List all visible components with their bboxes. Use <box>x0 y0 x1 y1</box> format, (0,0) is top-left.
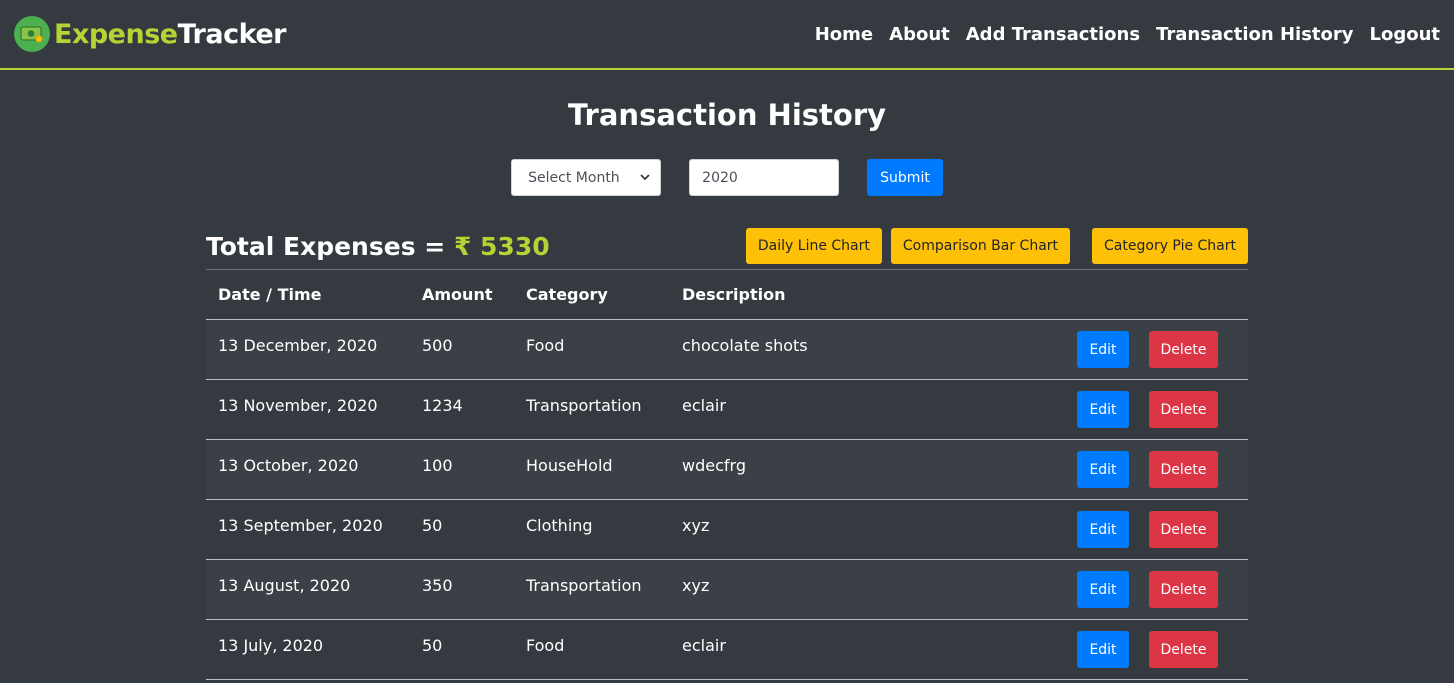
table-header-row: Date / Time Amount Category Description <box>206 269 1248 320</box>
cell-date: 13 October, 2020 <box>206 439 410 500</box>
cell-category: Food <box>514 619 670 680</box>
header-amount: Amount <box>410 269 514 320</box>
table-body: 13 December, 2020 500 Food chocolate shots E… <box>206 319 1248 680</box>
brand-name-part1: Expense <box>54 18 178 50</box>
cell-actions: Edit Delete <box>930 319 1248 380</box>
cell-actions: Edit Delete <box>930 619 1248 680</box>
year-input[interactable] <box>689 159 840 196</box>
comparison-bar-chart-button[interactable]: Comparison Bar Chart <box>890 228 1071 264</box>
table-row: 13 September, 2020 50 Clothing xyz Edit Delet… <box>206 499 1248 560</box>
cell-amount: 500 <box>410 319 514 380</box>
cell-amount: 100 <box>410 439 514 500</box>
cell-description: eclair <box>670 619 931 680</box>
page-title: Transaction History <box>567 98 887 132</box>
delete-button[interactable]: Delete <box>1149 511 1218 548</box>
nav-about[interactable]: About <box>889 24 950 45</box>
nav-home[interactable]: Home <box>815 24 873 45</box>
table-row: 13 October, 2020 100 HouseHold wdecfrg Edit D… <box>206 439 1248 500</box>
nav-logout[interactable]: Logout <box>1369 24 1440 45</box>
cell-date: 13 August, 2020 <box>206 559 410 620</box>
money-icon <box>14 16 50 52</box>
delete-button[interactable]: Delete <box>1149 391 1218 428</box>
main-content: Total Expenses = ₹ 5330 Daily Line Chart… <box>206 227 1248 680</box>
edit-button[interactable]: Edit <box>1077 571 1129 608</box>
cell-actions: Edit Delete <box>930 439 1248 500</box>
header-actions <box>930 269 1248 320</box>
total-expenses: Total Expenses = ₹ 5330 <box>206 232 550 261</box>
chart-buttons: Daily Line Chart Comparison Bar Chart Ca… <box>745 228 1248 264</box>
cell-category: HouseHold <box>514 439 670 500</box>
cell-description: eclair <box>670 379 931 440</box>
cell-actions: Edit Delete <box>930 559 1248 620</box>
table-row: 13 July, 2020 50 Food eclair Edit Delete <box>206 619 1248 680</box>
total-expenses-amount: ₹ 5330 <box>453 231 550 261</box>
delete-button[interactable]: Delete <box>1149 571 1218 608</box>
cell-amount: 50 <box>410 619 514 680</box>
cell-amount: 1234 <box>410 379 514 440</box>
delete-button[interactable]: Delete <box>1149 631 1218 668</box>
cell-date: 13 December, 2020 <box>206 319 410 380</box>
cell-category: Transportation <box>514 379 670 440</box>
table-row: 13 November, 2020 1234 Transportation eclai… <box>206 379 1248 440</box>
navbar: ExpenseTracker Home About Add Transactio… <box>0 0 1454 70</box>
cell-description: xyz <box>670 499 931 560</box>
category-pie-chart-button[interactable]: Category Pie Chart <box>1092 228 1248 264</box>
daily-line-chart-button[interactable]: Daily Line Chart <box>745 228 882 264</box>
edit-button[interactable]: Edit <box>1077 391 1129 428</box>
nav-transaction-history[interactable]: Transaction History <box>1156 24 1353 45</box>
cell-actions: Edit Delete <box>930 379 1248 440</box>
cell-description: xyz <box>670 559 931 620</box>
edit-button[interactable]: Edit <box>1077 631 1129 668</box>
brand-name-part2: Tracker <box>177 18 287 50</box>
cell-description: chocolate shots <box>670 319 931 380</box>
header-description: Description <box>670 269 931 320</box>
month-select-value: Select Month <box>528 169 620 186</box>
nav-add-transactions[interactable]: Add Transactions <box>966 24 1140 45</box>
cell-description: wdecfrg <box>670 439 931 500</box>
edit-button[interactable]: Edit <box>1077 451 1129 488</box>
cell-date: 13 November, 2020 <box>206 379 410 440</box>
header-category: Category <box>514 269 670 320</box>
filter-form: Select Month Submit <box>0 159 1454 196</box>
cell-date: 13 September, 2020 <box>206 499 410 560</box>
table-row: 13 December, 2020 500 Food chocolate shots E… <box>206 319 1248 380</box>
brand[interactable]: ExpenseTracker <box>14 16 286 52</box>
total-expenses-label: Total Expenses = <box>206 231 454 261</box>
cell-amount: 50 <box>410 499 514 560</box>
nav-links: Home About Add Transactions Transaction … <box>815 24 1440 45</box>
cell-category: Transportation <box>514 559 670 620</box>
transactions-table: Date / Time Amount Category Description … <box>206 269 1248 680</box>
header-date: Date / Time <box>206 269 410 320</box>
edit-button[interactable]: Edit <box>1077 511 1129 548</box>
cell-category: Food <box>514 319 670 380</box>
edit-button[interactable]: Edit <box>1077 331 1129 368</box>
cell-date: 13 July, 2020 <box>206 619 410 680</box>
summary-bar: Total Expenses = ₹ 5330 Daily Line Chart… <box>206 227 1248 265</box>
month-select[interactable]: Select Month <box>511 159 662 196</box>
delete-button[interactable]: Delete <box>1149 451 1218 488</box>
cell-amount: 350 <box>410 559 514 620</box>
submit-button[interactable]: Submit <box>867 159 943 196</box>
delete-button[interactable]: Delete <box>1149 331 1218 368</box>
chevron-down-icon <box>640 174 650 181</box>
cell-category: Clothing <box>514 499 670 560</box>
table-row: 13 August, 2020 350 Transportation xyz Edit D… <box>206 559 1248 620</box>
cell-actions: Edit Delete <box>930 499 1248 560</box>
brand-name: ExpenseTracker <box>54 19 286 50</box>
